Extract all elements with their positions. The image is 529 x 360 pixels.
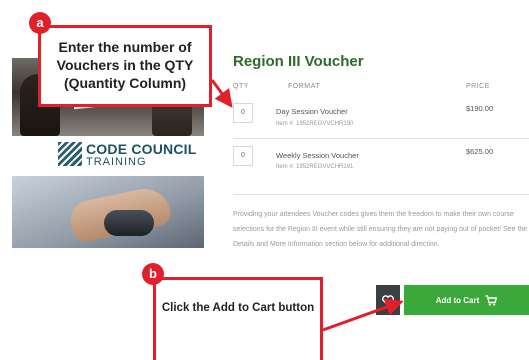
qty-input-weekly-session[interactable]: 0 — [233, 146, 253, 166]
cart-icon — [485, 294, 498, 306]
price-weekly-session: $625.00 — [466, 147, 494, 156]
arrow-a — [210, 79, 233, 108]
qty-input-day-session[interactable]: 0 — [233, 103, 253, 123]
column-header-format: FORMAT — [288, 83, 321, 90]
logo-subtitle: TRAINING — [86, 156, 147, 168]
product-description: Providing your attendees Voucher codes g… — [233, 211, 528, 248]
callout-a-box: Enter the number of Vouchers in the QTY … — [38, 25, 212, 107]
section-divider — [233, 194, 529, 195]
format-day-session: Day Session Voucher — [276, 107, 348, 116]
item-number-weekly-session: Item #: 1952REGVVCHR191 — [276, 164, 354, 170]
wishlist-button[interactable] — [376, 285, 400, 315]
logo-mark-icon — [58, 142, 82, 166]
row-divider — [233, 138, 529, 139]
price-day-session: $190.00 — [466, 104, 494, 113]
heart-icon — [382, 294, 394, 306]
add-to-cart-button[interactable]: Add to Cart — [404, 285, 529, 315]
training-photo-bottom — [12, 176, 204, 248]
format-weekly-session: Weekly Session Voucher — [276, 151, 359, 160]
logo-name: CODE COUNCIL — [86, 141, 197, 157]
column-header-price: PRICE — [466, 83, 490, 90]
callout-a-badge: a — [29, 12, 51, 34]
callout-b-box: Click the Add to Cart button — [153, 277, 323, 360]
item-number-day-session: Item #: 1952REGVVCHR190 — [276, 121, 354, 127]
column-header-qty: QTY — [233, 83, 249, 90]
code-council-logo: CODE COUNCIL TRAINING — [58, 140, 196, 170]
callout-b-badge: b — [142, 263, 164, 285]
add-to-cart-label: Add to Cart — [435, 295, 480, 305]
product-title: Region III Voucher — [233, 53, 364, 70]
